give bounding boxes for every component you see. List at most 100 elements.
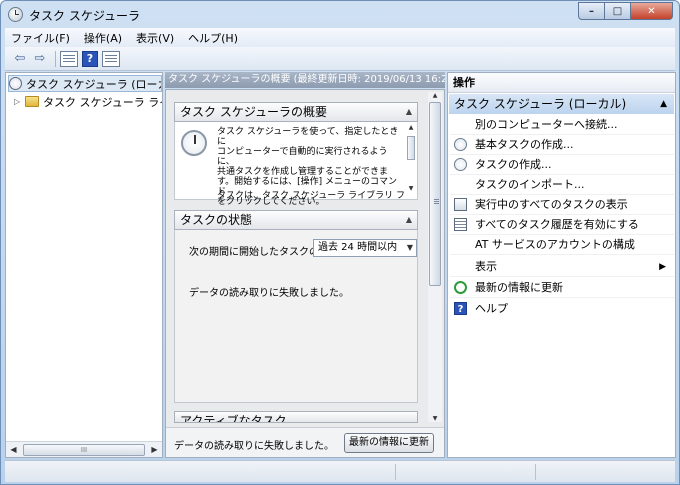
action-label: 実行中のすべてのタスクの表示	[475, 198, 628, 211]
clock-icon	[181, 130, 207, 156]
wizard-icon	[454, 138, 467, 151]
main-window: タスク スケジューラ – □ ✕ ファイル(F) 操作(A) 表示(V) ヘルプ…	[0, 0, 680, 485]
tree-item-label: タスク スケジューラ (ローカル)	[26, 77, 161, 91]
action-create-basic-task[interactable]: 基本タスクの作成...	[450, 135, 674, 155]
status-divider	[395, 464, 396, 480]
scroll-grip	[434, 199, 439, 200]
console-tree: タスク スケジューラ (ローカル) ▷ タスク スケジューラ ライブラリ ◀ I…	[5, 72, 163, 458]
summary-header: タスク スケジューラの概要 (最終更新日時: 2019/06/13 16:29:…	[165, 72, 445, 88]
scroll-down-icon[interactable]: ▼	[428, 415, 442, 422]
period-select-value: 過去 24 時間以内	[318, 242, 398, 253]
overview-panel-title: タスク スケジューラの概要	[180, 105, 327, 119]
close-button[interactable]: ✕	[630, 2, 673, 20]
action-label: すべてのタスク履歴を有効にする	[475, 218, 639, 231]
menu-bar: ファイル(F) 操作(A) 表示(V) ヘルプ(H)	[5, 28, 675, 47]
expand-icon[interactable]: ▷	[14, 97, 23, 106]
clock-icon	[9, 77, 22, 90]
summary-footer: データの読み取りに失敗しました。 最新の情報に更新	[166, 427, 444, 457]
action-label: AT サービスのアカウントの構成	[475, 238, 635, 251]
show-hide-tree-icon[interactable]	[60, 50, 78, 67]
actions-title: 操作	[448, 73, 675, 93]
tree-horizontal-scrollbar[interactable]: ◀ III ▶	[6, 441, 162, 457]
show-hide-actions-icon[interactable]	[102, 50, 120, 67]
action-import-task[interactable]: タスクのインポート...	[450, 175, 674, 195]
active-tasks-panel-title: アクティブなタスク	[180, 414, 287, 423]
menu-file[interactable]: ファイル(F)	[11, 30, 70, 46]
action-refresh[interactable]: 最新の情報に更新	[450, 278, 674, 298]
action-connect-computer[interactable]: 別のコンピューターへ接続...	[450, 115, 674, 135]
task-icon	[454, 158, 467, 171]
collapse-icon[interactable]: ▲	[660, 94, 667, 114]
scroll-grip: III	[80, 445, 88, 454]
menu-view[interactable]: 表示(V)	[136, 30, 174, 46]
scroll-up-icon[interactable]: ▲	[406, 124, 416, 131]
actions-section-header[interactable]: タスク スケジューラ (ローカル) ▲	[449, 94, 674, 114]
active-tasks-panel-header[interactable]: アクティブなタスク	[174, 411, 418, 423]
status-panel-body: 次の期間に開始したタスクの... 過去 24 時間以内 ▼ データの読み取りに失…	[174, 230, 418, 403]
action-label: 表示	[475, 260, 497, 273]
action-label: タスクのインポート...	[475, 178, 585, 191]
action-show-running-tasks[interactable]: 実行中のすべてのタスクの表示	[450, 195, 674, 215]
tree-item-library[interactable]: ▷ タスク スケジューラ ライブラリ	[14, 93, 162, 110]
maximize-button[interactable]: □	[604, 2, 630, 20]
close-icon: ✕	[647, 5, 656, 17]
maximize-icon: □	[612, 5, 623, 17]
scroll-right-icon[interactable]: ▶	[147, 445, 162, 454]
action-help[interactable]: ? ヘルプ	[450, 299, 674, 319]
collapse-icon[interactable]: ▲	[406, 103, 412, 121]
minimize-button[interactable]: –	[578, 2, 604, 20]
title-bar[interactable]: タスク スケジューラ – □ ✕	[1, 1, 679, 29]
submenu-arrow-icon: ▶	[659, 262, 666, 272]
toolbar-separator	[55, 50, 56, 67]
collapse-icon[interactable]: ▲	[406, 211, 412, 229]
tree-item-label: タスク スケジューラ ライブラリ	[43, 95, 162, 109]
back-arrow-icon[interactable]: ⇦	[11, 50, 29, 68]
action-label: タスクの作成...	[475, 158, 552, 171]
menu-help[interactable]: ヘルプ(H)	[188, 30, 238, 46]
action-label: 基本タスクの作成...	[475, 138, 574, 151]
refresh-button[interactable]: 最新の情報に更新	[344, 433, 434, 453]
action-create-task[interactable]: タスクの作成...	[450, 155, 674, 175]
actions-pane: 操作 タスク スケジューラ (ローカル) ▲ 別のコンピューターへ接続... 基…	[447, 72, 676, 458]
scroll-thumb[interactable]	[429, 102, 441, 286]
folder-icon	[25, 96, 39, 107]
footer-error-message: データの読み取りに失敗しました。	[174, 441, 334, 452]
help-icon[interactable]: ?	[82, 50, 98, 67]
period-select[interactable]: 過去 24 時間以内 ▼	[313, 239, 417, 257]
refresh-icon	[454, 281, 467, 294]
menu-action[interactable]: 操作(A)	[84, 30, 122, 46]
forward-arrow-icon[interactable]: ⇨	[31, 50, 49, 68]
status-panel-header[interactable]: タスクの状態 ▲	[174, 210, 418, 230]
history-icon	[454, 218, 467, 231]
summary-pane: タスク スケジューラの概要 ▲ タスク スケジューラを使って、指定したときに コ…	[165, 89, 445, 458]
window-title: タスク スケジューラ	[29, 9, 140, 23]
action-label: 最新の情報に更新	[475, 281, 563, 294]
overview-panel-body: タスク スケジューラを使って、指定したときに コンピューターで自動的に実行される…	[174, 122, 418, 207]
status-panel-title: タスクの状態	[180, 213, 253, 227]
action-label: ヘルプ	[475, 302, 508, 315]
action-view[interactable]: 表示 ▶	[450, 257, 674, 277]
scroll-left-icon[interactable]: ◀	[6, 445, 21, 454]
actions-section-title: タスク スケジューラ (ローカル)	[454, 97, 627, 111]
action-at-service-account[interactable]: AT サービスのアカウントの構成	[450, 235, 674, 255]
period-label: 次の期間に開始したタスクの...	[189, 247, 329, 258]
chevron-down-icon: ▼	[406, 243, 413, 252]
running-tasks-icon	[454, 198, 467, 211]
scroll-up-icon[interactable]: ▲	[428, 92, 442, 99]
toolbar: ⇦ ⇨ ?	[5, 47, 675, 71]
overview-text-more: タスクは、タスク スケジューラ ライブラリ フォル	[217, 191, 405, 201]
overview-panel-header[interactable]: タスク スケジューラの概要 ▲	[174, 102, 418, 122]
scroll-thumb[interactable]: III	[23, 443, 145, 456]
tree-item-root[interactable]: タスク スケジューラ (ローカル)	[8, 75, 162, 92]
summary-vertical-scrollbar[interactable]: ▲ ▼	[428, 92, 442, 422]
action-enable-history[interactable]: すべてのタスク履歴を有効にする	[450, 215, 674, 235]
scroll-thumb[interactable]	[407, 136, 415, 160]
minimize-icon: –	[589, 5, 594, 17]
window-controls: – □ ✕	[578, 2, 673, 20]
overview-scrollbar[interactable]: ▲ ▼	[406, 124, 416, 192]
status-bar	[5, 460, 675, 482]
clock-icon	[8, 7, 23, 22]
scroll-down-icon[interactable]: ▼	[406, 185, 416, 192]
status-error-message: データの読み取りに失敗しました。	[189, 288, 349, 299]
status-divider	[535, 464, 536, 480]
